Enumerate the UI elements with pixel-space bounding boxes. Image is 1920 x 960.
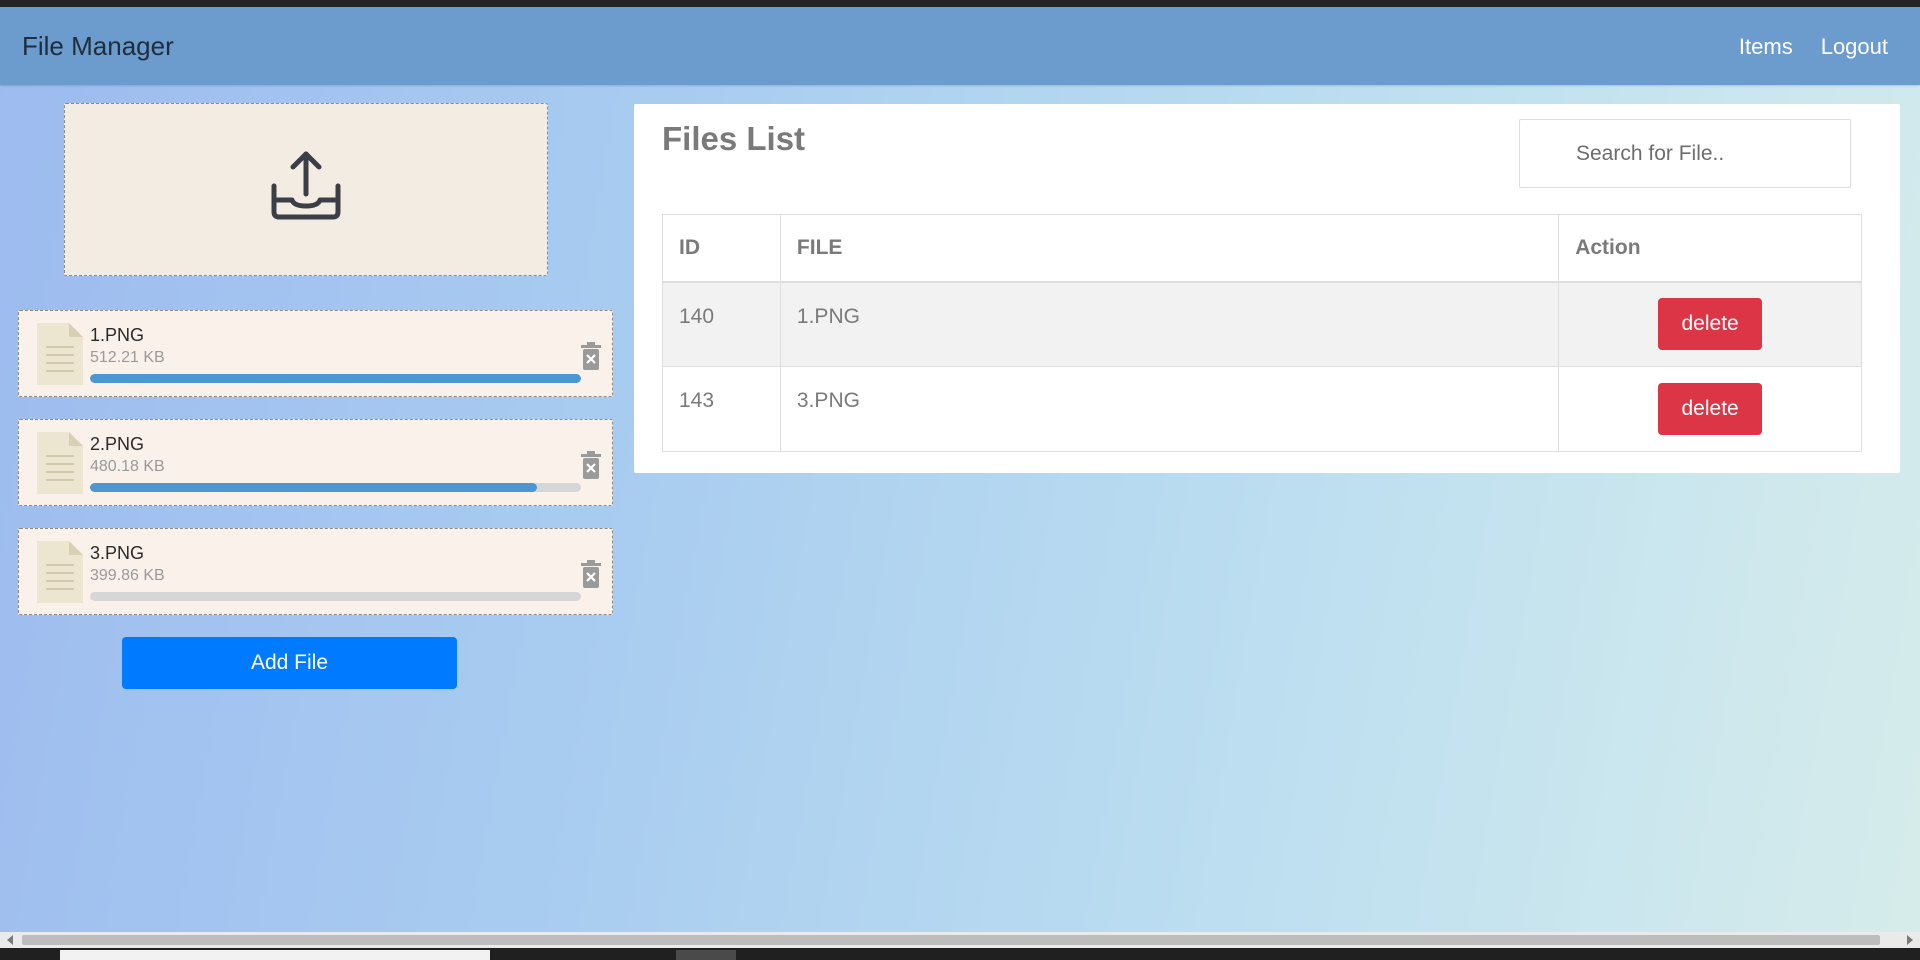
trash-icon[interactable] xyxy=(580,342,602,370)
document-icon xyxy=(37,323,83,385)
taskbar-search-area[interactable] xyxy=(60,950,490,960)
upload-tray-icon xyxy=(271,151,341,220)
upload-progress-fill xyxy=(90,483,537,492)
table-row: 140 1.PNG delete xyxy=(662,281,1862,367)
document-icon xyxy=(37,432,83,494)
upload-progress-bar xyxy=(90,483,581,492)
upload-file-size: 512.21 KB xyxy=(90,349,165,366)
upload-progress-bar xyxy=(90,592,581,601)
table-row: 143 3.PNG delete xyxy=(662,366,1862,452)
navbar: File Manager Items Logout xyxy=(0,7,1920,85)
search-input[interactable] xyxy=(1519,119,1851,188)
taskbar-app-button[interactable] xyxy=(676,950,736,960)
scrollbar-thumb[interactable] xyxy=(22,935,1880,945)
delete-button[interactable]: delete xyxy=(1658,383,1763,435)
trash-icon[interactable] xyxy=(580,451,602,479)
column-header-id: ID xyxy=(662,214,781,283)
upload-progress-fill xyxy=(90,374,581,383)
scroll-right-arrow-icon[interactable] xyxy=(1907,935,1913,945)
panel-title: Files List xyxy=(662,120,806,157)
brand-title[interactable]: File Manager xyxy=(22,31,174,62)
nav-items-link[interactable]: Items xyxy=(1739,34,1793,60)
upload-item: 1.PNG 512.21 KB xyxy=(18,310,613,397)
upload-file-size: 399.86 KB xyxy=(90,567,165,584)
upload-file-name: 1.PNG xyxy=(90,325,145,345)
files-list-panel: Files List ID FILE Action 140 1.PNG dele… xyxy=(634,104,1900,473)
cell-action: delete xyxy=(1558,366,1862,452)
column-header-action: Action xyxy=(1558,214,1862,283)
taskbar xyxy=(0,948,1920,960)
app-window: File Manager Items Logout 1.PNG 512.21 K… xyxy=(0,7,1920,932)
horizontal-scrollbar[interactable] xyxy=(0,932,1920,948)
delete-button[interactable]: delete xyxy=(1658,298,1763,351)
cell-file: 3.PNG xyxy=(779,366,1560,452)
cell-id: 143 xyxy=(662,366,781,452)
nav-links: Items Logout xyxy=(1739,34,1888,60)
upload-progress-bar xyxy=(90,374,581,383)
upload-file-name: 2.PNG xyxy=(90,434,145,454)
upload-dropzone[interactable] xyxy=(64,103,548,276)
document-icon xyxy=(37,541,83,603)
files-table: ID FILE Action 140 1.PNG delete 143 3.PN… xyxy=(662,214,1862,452)
upload-item: 2.PNG 480.18 KB xyxy=(18,419,613,506)
nav-logout-link[interactable]: Logout xyxy=(1821,34,1888,60)
trash-icon[interactable] xyxy=(580,560,602,588)
column-header-file: FILE xyxy=(779,214,1560,283)
scroll-left-arrow-icon[interactable] xyxy=(7,935,13,945)
cell-action: delete xyxy=(1558,281,1862,367)
cell-file: 1.PNG xyxy=(779,281,1560,367)
cell-id: 140 xyxy=(662,281,781,367)
table-header-row: ID FILE Action xyxy=(662,214,1862,283)
upload-item: 3.PNG 399.86 KB xyxy=(18,528,613,615)
browser-top-strip xyxy=(0,0,1920,7)
add-file-button[interactable]: Add File xyxy=(122,637,457,689)
upload-file-size: 480.18 KB xyxy=(90,458,165,475)
upload-file-name: 3.PNG xyxy=(90,543,145,563)
